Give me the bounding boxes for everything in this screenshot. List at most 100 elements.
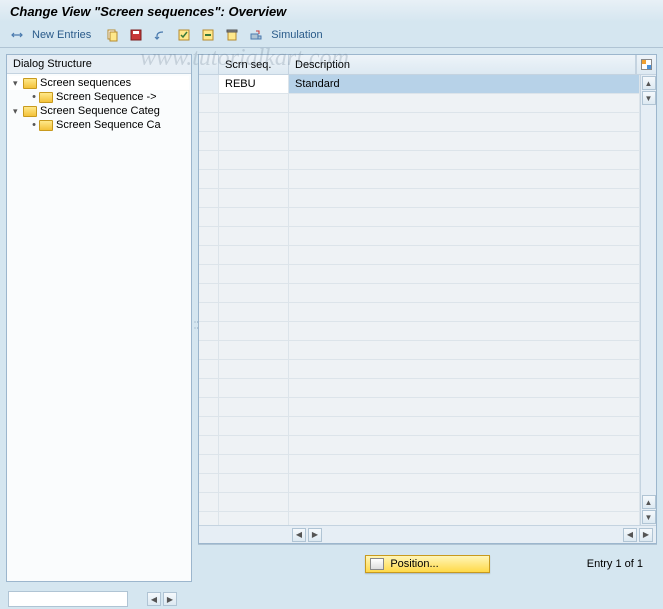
table-row[interactable] [199,227,640,246]
tree-node-screen-sequence-categ[interactable]: ▾ Screen Sequence Categ [9,104,189,118]
row-selector[interactable] [199,436,219,454]
table-row[interactable] [199,284,640,303]
table-row[interactable] [199,322,640,341]
row-selector[interactable] [199,474,219,492]
table-row[interactable] [199,151,640,170]
table-row[interactable] [199,170,640,189]
row-selector[interactable] [199,398,219,416]
cell-description [289,360,640,378]
cell-description [289,189,640,207]
row-selector[interactable] [199,94,219,112]
scroll-right-button[interactable]: ▶ [308,528,322,542]
scroll-left-end-button[interactable]: ◀ [623,528,637,542]
row-selector[interactable] [199,379,219,397]
cell-scrn-seq [219,227,289,245]
table-row[interactable] [199,493,640,512]
table-row[interactable] [199,208,640,227]
new-entries-button[interactable]: New Entries [32,29,91,41]
select-all-icon[interactable] [175,26,193,44]
row-selector[interactable] [199,341,219,359]
horizontal-scrollbar[interactable]: ◀ ▶ ◀ ▶ [199,525,656,543]
cell-description [289,379,640,397]
transport-icon[interactable] [247,26,265,44]
cell-description [289,436,640,454]
tree-node-screen-sequence-child[interactable]: • Screen Sequence -> [9,90,189,104]
table-row[interactable] [199,303,640,322]
table-row[interactable] [199,474,640,493]
folder-open-icon [23,78,37,89]
tree-collapse-icon[interactable]: ▾ [13,78,23,89]
table-row[interactable] [199,379,640,398]
column-header-scrn-seq[interactable]: Scrn seq. [219,55,289,74]
status-input[interactable] [8,591,128,607]
position-button[interactable]: Position... [365,555,489,573]
table-row[interactable] [199,246,640,265]
position-icon [370,558,384,570]
table-row[interactable] [199,113,640,132]
table-row[interactable] [199,341,640,360]
save-icon[interactable] [127,26,145,44]
row-selector[interactable] [199,455,219,473]
tree-collapse-icon[interactable]: ▾ [13,106,23,117]
cell-scrn-seq [219,322,289,340]
table-row[interactable] [199,512,640,525]
table-row[interactable] [199,455,640,474]
delete-icon[interactable] [223,26,241,44]
table-row[interactable] [199,398,640,417]
cell-description[interactable]: Standard [289,75,640,93]
table-row[interactable] [199,265,640,284]
row-selector[interactable] [199,246,219,264]
deselect-all-icon[interactable] [199,26,217,44]
table-row[interactable]: REBUStandard [199,75,640,94]
row-selector[interactable] [199,208,219,226]
scroll-up-button[interactable]: ▲ [642,76,656,90]
row-selector[interactable] [199,284,219,302]
simulation-button[interactable]: Simulation [271,29,322,41]
cell-description [289,493,640,511]
row-selector[interactable] [199,265,219,283]
tree-node-screen-sequence-ca[interactable]: • Screen Sequence Ca [9,118,189,132]
row-selector[interactable] [199,189,219,207]
row-selector[interactable] [199,493,219,511]
table-row[interactable] [199,417,640,436]
undo-icon[interactable] [151,26,169,44]
row-selector[interactable] [199,75,219,93]
row-selector[interactable] [199,132,219,150]
cell-scrn-seq[interactable]: REBU [219,75,289,93]
row-selector[interactable] [199,322,219,340]
row-selector[interactable] [199,170,219,188]
cell-scrn-seq [219,379,289,397]
nav-right-button[interactable]: ▶ [163,592,177,606]
grid-configure-button[interactable] [636,55,656,74]
scroll-left-button[interactable]: ◀ [292,528,306,542]
column-header-description[interactable]: Description [289,55,636,74]
row-selector[interactable] [199,151,219,169]
tree-bullet-icon: • [29,119,39,131]
cell-scrn-seq [219,360,289,378]
table-row[interactable] [199,436,640,455]
vertical-scrollbar[interactable]: ▲ ▼ ▲ ▼ [640,75,656,525]
scroll-right-end-button[interactable]: ▶ [639,528,653,542]
toggle-icon[interactable] [8,26,26,44]
table-row[interactable] [199,94,640,113]
copy-icon[interactable] [103,26,121,44]
row-selector[interactable] [199,113,219,131]
tree-node-screen-sequences[interactable]: ▾ Screen sequences [9,76,189,90]
row-selector[interactable] [199,227,219,245]
nav-left-button[interactable]: ◀ [147,592,161,606]
cell-description [289,227,640,245]
row-selector[interactable] [199,360,219,378]
cell-description [289,284,640,302]
scroll-down-step-button[interactable]: ▼ [642,91,656,105]
table-row[interactable] [199,132,640,151]
row-selector[interactable] [199,512,219,525]
column-header-selector[interactable] [199,55,219,74]
cell-description [289,94,640,112]
row-selector[interactable] [199,303,219,321]
table-row[interactable] [199,189,640,208]
table-row[interactable] [199,360,640,379]
scroll-up-step-button[interactable]: ▲ [642,495,656,509]
scroll-down-button[interactable]: ▼ [642,510,656,524]
footer-bar: Position... Entry 1 of 1 [198,544,657,582]
row-selector[interactable] [199,417,219,435]
